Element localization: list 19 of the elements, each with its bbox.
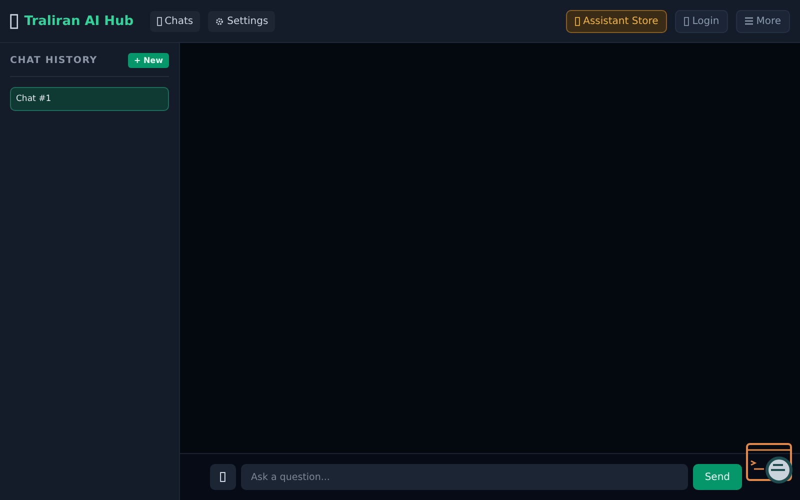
box-icon <box>10 14 18 28</box>
login-button[interactable]: Login <box>675 10 728 32</box>
box-icon <box>156 16 162 26</box>
attach-button[interactable] <box>210 464 236 490</box>
sidebar-heading: CHAT HISTORY <box>10 55 98 66</box>
new-chat-button[interactable]: + New <box>128 53 169 68</box>
box-icon <box>220 472 226 482</box>
question-input[interactable]: Ask a question... <box>241 464 688 490</box>
menu-icon <box>745 17 754 25</box>
more-button[interactable]: More <box>736 10 790 32</box>
chat-history-item[interactable]: Chat #1 <box>10 87 169 111</box>
gear-icon <box>215 16 224 26</box>
send-button[interactable]: Send <box>692 464 742 490</box>
box-icon <box>684 16 690 26</box>
app-title: Traliran AI Hub <box>24 14 134 28</box>
box-icon <box>575 16 580 26</box>
nav-button[interactable]: Chats <box>150 10 200 32</box>
store-button[interactable]: Assistant Store <box>566 10 668 32</box>
nav-button[interactable]: Settings <box>208 10 276 32</box>
